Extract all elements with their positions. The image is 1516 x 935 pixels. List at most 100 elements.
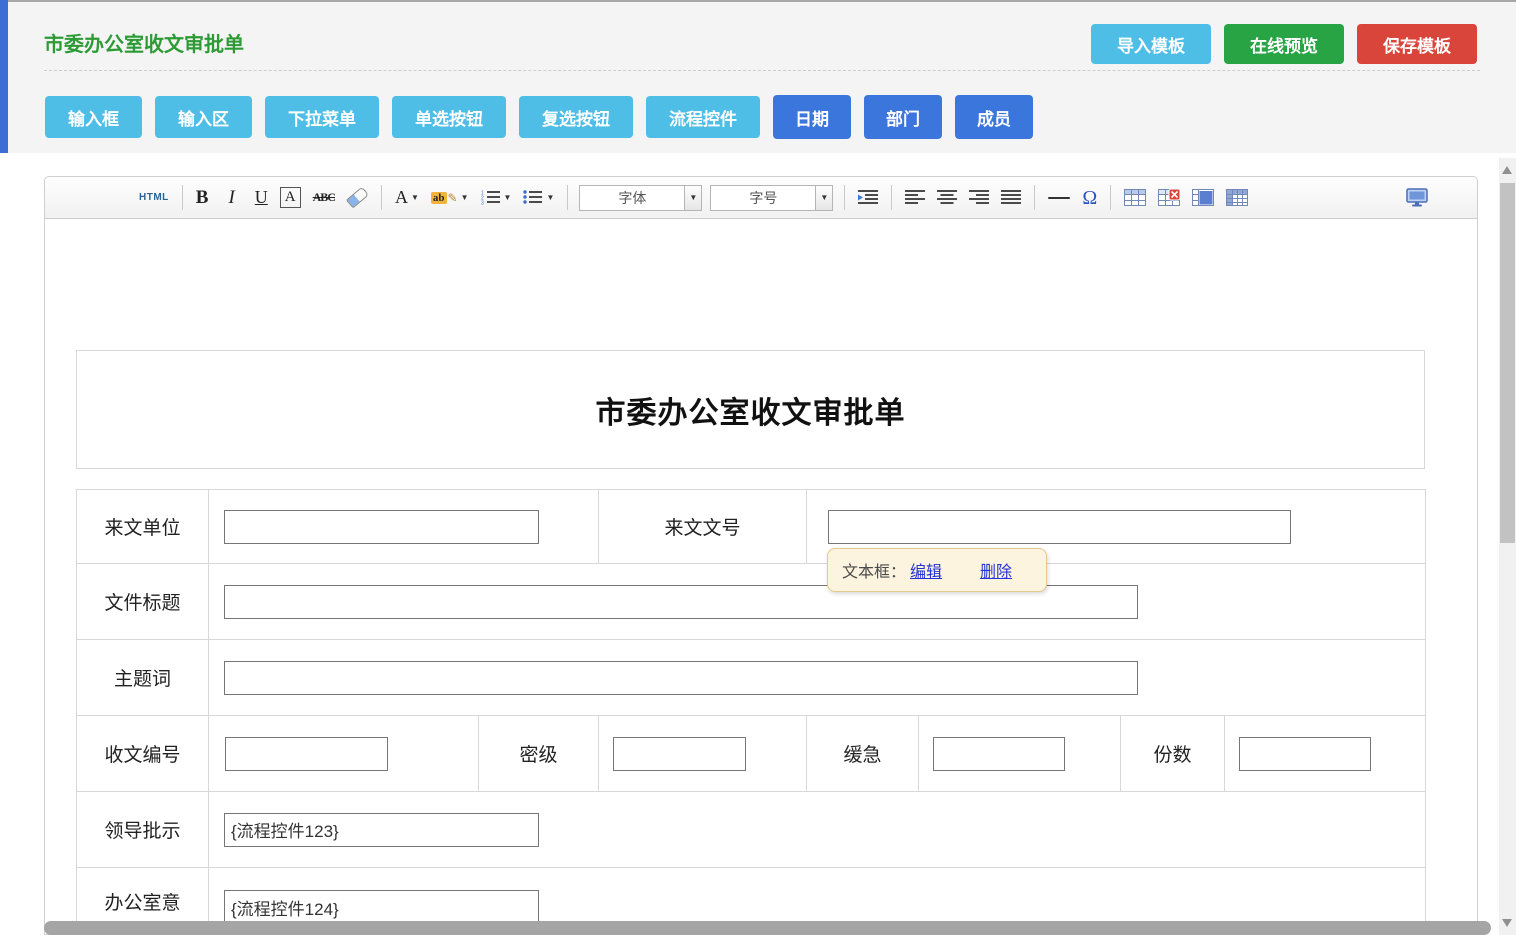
font-color-icon: A	[395, 187, 408, 208]
unordered-list-button[interactable]: ▼	[518, 187, 559, 208]
font-color-button[interactable]: A ▼	[390, 184, 424, 211]
chevron-down-icon: ▼	[411, 193, 419, 202]
header-divider	[44, 70, 1480, 71]
svg-text:3: 3	[481, 201, 484, 205]
font-size-select[interactable]: 字号 ▼	[710, 185, 833, 211]
control-department-button[interactable]: 部门	[864, 95, 942, 139]
receipt-number-input[interactable]	[225, 737, 388, 771]
special-char-button[interactable]: Ω	[1077, 185, 1102, 211]
office-opinion-flow-input[interactable]	[224, 890, 539, 924]
boxed-a-icon: A	[280, 187, 301, 208]
copies-count-input[interactable]	[1239, 737, 1371, 771]
unordered-list-icon	[523, 190, 543, 205]
incoming-doc-number-input[interactable]	[828, 510, 1291, 544]
strikethrough-button[interactable]: ABC	[308, 187, 340, 208]
control-member-button[interactable]: 成员	[955, 95, 1033, 139]
label-receipt-number: 收文编号	[77, 716, 209, 792]
toolbar-separator	[844, 185, 845, 210]
label-leader-instructions: 领导批示	[77, 792, 209, 868]
highlight-button[interactable]: ab ✎ ▼	[426, 188, 474, 208]
align-center-button[interactable]	[932, 187, 962, 208]
fullscreen-button[interactable]	[1401, 185, 1433, 210]
pencil-icon: ✎	[448, 191, 458, 205]
eraser-button[interactable]	[342, 189, 373, 206]
font-family-select[interactable]: 字体 ▼	[579, 185, 702, 211]
table-row: 文件标题	[77, 564, 1426, 640]
highlight-icon: ab	[431, 192, 447, 204]
control-checkbox-button[interactable]: 复选按钮	[519, 96, 633, 138]
vertical-scrollbar-thumb[interactable]	[1500, 183, 1515, 543]
approval-form-table: 来文单位 来文文号 文件标题 主题词	[76, 489, 1426, 935]
label-subject-words: 主题词	[77, 640, 209, 716]
table-properties-button[interactable]	[1221, 186, 1253, 210]
control-input-box-button[interactable]: 输入框	[45, 96, 142, 138]
label-incoming-unit: 来文单位	[77, 490, 209, 564]
online-preview-button[interactable]: 在线预览	[1224, 24, 1344, 64]
vertical-scrollbar[interactable]	[1499, 158, 1516, 935]
toolbar-separator	[567, 185, 568, 210]
tooltip-edit-link[interactable]: 编辑	[910, 558, 942, 582]
cell-subject-words	[209, 640, 1426, 716]
omega-icon: Ω	[1082, 188, 1097, 208]
editor-canvas[interactable]: 市委办公室收文审批单 来文单位 来文文号 文件标题	[45, 219, 1477, 935]
incoming-unit-input[interactable]	[224, 510, 539, 544]
rich-text-editor: HTML B I U A ABC A ▼ ab ✎ ▼	[44, 176, 1478, 935]
html-source-button[interactable]: HTML	[134, 189, 174, 206]
form-control-palette: 输入框 输入区 下拉菜单 单选按钮 复选按钮 流程控件 日期 部门 成员	[45, 95, 1033, 139]
toolbar-separator	[1034, 185, 1035, 210]
font-size-value: 字号	[711, 186, 815, 210]
html-icon: HTML	[139, 192, 169, 203]
control-dropdown-button[interactable]: 下拉菜单	[265, 96, 379, 138]
scroll-down-arrow-icon[interactable]	[1502, 919, 1512, 927]
cell-secrecy-level	[599, 716, 807, 792]
label-secrecy-level: 密级	[479, 716, 599, 792]
cell-document-title	[209, 564, 1426, 640]
toolbar-separator	[381, 185, 382, 210]
subject-words-input[interactable]	[224, 661, 1138, 695]
align-left-icon	[905, 190, 925, 205]
chevron-down-icon[interactable]: ▼	[815, 186, 832, 210]
delete-table-button[interactable]	[1153, 186, 1185, 210]
insert-table-icon	[1124, 189, 1146, 207]
leader-instructions-flow-input[interactable]	[224, 813, 539, 847]
table-row: 领导批示	[77, 792, 1426, 868]
cell-receipt-number	[209, 716, 479, 792]
align-center-icon	[937, 190, 957, 205]
merge-cells-button[interactable]	[1187, 186, 1219, 210]
align-justify-button[interactable]	[996, 187, 1026, 208]
save-template-button[interactable]: 保存模板	[1357, 24, 1477, 64]
toolbar-separator	[182, 185, 183, 210]
horizontal-rule-button[interactable]	[1043, 194, 1075, 202]
indent-button[interactable]	[853, 187, 883, 208]
italic-button[interactable]: I	[215, 181, 247, 215]
eraser-icon	[346, 187, 369, 209]
ordered-list-button[interactable]: 1 2 3 ▼	[476, 187, 517, 208]
control-radio-button[interactable]: 单选按钮	[392, 96, 506, 138]
font-frame-button[interactable]: A	[275, 184, 306, 211]
scroll-up-arrow-icon[interactable]	[1502, 166, 1512, 174]
control-textarea-button[interactable]: 输入区	[155, 96, 252, 138]
align-right-button[interactable]	[964, 187, 994, 208]
ordered-list-icon: 1 2 3	[481, 190, 501, 205]
bold-icon: B	[196, 187, 209, 209]
align-left-button[interactable]	[900, 187, 930, 208]
control-date-button[interactable]: 日期	[773, 95, 851, 139]
secrecy-level-input[interactable]	[613, 737, 746, 771]
italic-icon: I	[220, 184, 242, 212]
underline-button[interactable]: U	[250, 184, 273, 211]
chevron-down-icon: ▼	[504, 193, 512, 202]
bold-button[interactable]: B	[191, 184, 214, 212]
table-row: 来文单位 来文文号	[77, 490, 1426, 564]
import-template-button[interactable]: 导入模板	[1091, 24, 1211, 64]
control-flow-widget-button[interactable]: 流程控件	[646, 96, 760, 138]
tooltip-delete-link[interactable]: 删除	[980, 558, 1012, 582]
urgency-input[interactable]	[933, 737, 1065, 771]
cell-leader-instructions	[209, 792, 1426, 868]
header-actions: 导入模板 在线预览 保存模板	[1091, 24, 1477, 64]
horizontal-scrollbar[interactable]	[44, 921, 1491, 935]
chevron-down-icon: ▼	[461, 193, 469, 202]
chevron-down-icon[interactable]: ▼	[684, 186, 701, 210]
insert-table-button[interactable]	[1119, 186, 1151, 210]
form-title-cell: 市委办公室收文审批单	[76, 350, 1425, 469]
form-title: 市委办公室收文审批单	[596, 388, 906, 432]
